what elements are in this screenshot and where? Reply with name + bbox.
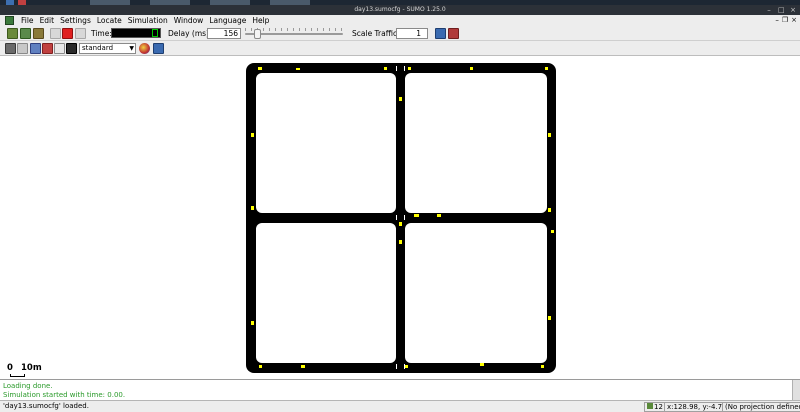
play-icon[interactable] <box>50 28 61 39</box>
screenshot-icon[interactable] <box>66 43 77 54</box>
close-icon[interactable] <box>33 28 44 39</box>
block-top-left <box>256 73 396 213</box>
sumo-app-icon[interactable] <box>5 16 14 25</box>
step-icon[interactable] <box>75 28 86 39</box>
scale-zero-label: 0 <box>7 363 13 373</box>
select-icon[interactable] <box>30 43 41 54</box>
road-network[interactable] <box>0 56 800 379</box>
minimize-icon[interactable]: – <box>766 5 772 15</box>
status-projection: (No projection defined) <box>722 402 800 412</box>
menu-locate[interactable]: Locate <box>94 15 125 26</box>
delay-slider[interactable] <box>243 28 345 39</box>
color-scheme-value: standard <box>82 44 114 52</box>
breakpoint-icon[interactable] <box>448 28 459 39</box>
color-scheme-select[interactable]: standard ▼ <box>79 43 136 54</box>
mdi-restore-icon[interactable]: ❐ <box>782 15 788 26</box>
window-title: day13.sumocfg - SUMO 1.25.0 <box>354 6 446 13</box>
menu-language[interactable]: Language <box>206 15 249 26</box>
open-icon[interactable] <box>7 28 18 39</box>
view-toolbar: standard ▼ <box>0 41 800 56</box>
status-coords: x:128.98, y:-4.71 <box>664 402 730 412</box>
zoom-icon[interactable] <box>17 43 28 54</box>
time-digit <box>152 29 158 37</box>
inspect-icon[interactable] <box>42 43 53 54</box>
status-text: 'day13.sumocfg' loaded. <box>3 402 89 410</box>
scale-ten-label: 10m <box>21 363 42 373</box>
viewport-icon[interactable] <box>435 28 446 39</box>
scale-bar-line <box>10 374 25 377</box>
mdi-minimize-icon[interactable]: – <box>775 15 779 26</box>
reload-icon[interactable] <box>20 28 31 39</box>
delay-label: Delay (ms): <box>168 29 212 38</box>
block-bottom-left <box>256 223 396 363</box>
delay-input[interactable] <box>207 28 241 39</box>
network-icon <box>647 403 653 409</box>
menu-settings[interactable]: Settings <box>57 15 94 26</box>
block-top-right <box>405 73 547 213</box>
slider-thumb[interactable] <box>254 29 262 39</box>
menu-bar: File Edit Settings Locate Simulation Win… <box>0 15 800 26</box>
mdi-close-icon[interactable]: × <box>791 15 797 26</box>
time-label: Time: <box>91 29 112 38</box>
scale-traffic-label: Scale Traffic: <box>352 29 400 38</box>
scale-traffic-value: 1 <box>416 29 421 38</box>
window-titlebar: day13.sumocfg - SUMO 1.25.0 – □ × <box>0 5 800 15</box>
menu-file[interactable]: File <box>18 15 37 26</box>
status-count-value: 12 <box>654 403 663 411</box>
message-line: Loading done. <box>3 382 53 390</box>
time-display <box>111 28 161 38</box>
locate-icon[interactable] <box>5 43 16 54</box>
message-window[interactable]: Loading done. Simulation started with ti… <box>0 379 800 401</box>
close-window-icon[interactable]: × <box>790 5 796 15</box>
stop-icon[interactable] <box>62 28 73 39</box>
settings-icon[interactable] <box>54 43 65 54</box>
chevron-down-icon: ▼ <box>129 45 134 52</box>
scale-traffic-input[interactable]: 1 <box>396 28 428 39</box>
simulation-toolbar: Time: Delay (ms): Scale Traffic: 1 <box>0 26 800 41</box>
message-line: Simulation started with time: 0.00. <box>3 391 126 399</box>
menu-help[interactable]: Help <box>249 15 272 26</box>
block-bottom-right <box>405 223 547 363</box>
color-icon[interactable] <box>139 43 150 54</box>
message-scrollbar[interactable] <box>792 380 800 401</box>
menu-window[interactable]: Window <box>171 15 207 26</box>
status-count: 12 <box>644 402 666 412</box>
menu-simulation[interactable]: Simulation <box>125 15 171 26</box>
menu-edit[interactable]: Edit <box>37 15 58 26</box>
maximize-icon[interactable]: □ <box>778 5 785 15</box>
network-canvas[interactable]: 0 10m <box>0 56 800 379</box>
edit-viewport-icon[interactable] <box>153 43 164 54</box>
status-bar: 'day13.sumocfg' loaded. 12 x:128.98, y:-… <box>0 400 800 412</box>
